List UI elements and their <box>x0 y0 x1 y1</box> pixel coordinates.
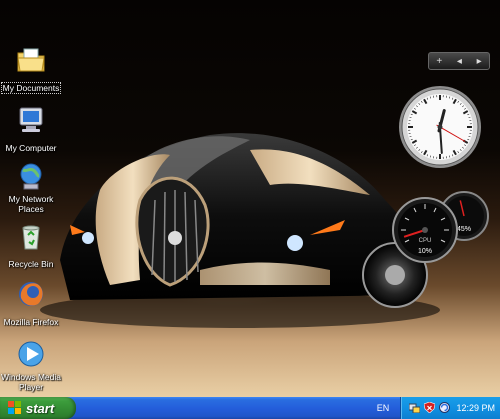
desktop-icon-label: Windows Media Player <box>1 372 61 392</box>
update-icon[interactable] <box>439 402 450 413</box>
start-button[interactable]: start <box>0 397 76 419</box>
computer-icon <box>15 104 47 136</box>
desktop-icon-recycle-bin[interactable]: Recycle Bin <box>0 220 62 272</box>
desktop[interactable]: My Documents My Computer My Network Plac… <box>0 0 500 397</box>
previous-page-button[interactable]: ◂ <box>457 56 462 67</box>
folder-documents-icon <box>15 44 47 76</box>
desktop-icon-label: My Documents <box>0 82 62 94</box>
desktop-icon-my-computer[interactable]: My Computer <box>0 104 62 156</box>
desktop-icon-windows-media-player[interactable]: Windows Media Player <box>0 338 62 395</box>
taskbar-clock[interactable]: 12:29 PM <box>456 397 495 419</box>
taskbar: start EN 12:29 PM <box>0 397 500 419</box>
wallpaper-car <box>40 133 440 328</box>
cpu-label: CPU <box>419 238 432 244</box>
network-places-icon <box>15 160 47 192</box>
security-shield-icon[interactable] <box>424 402 435 413</box>
recycle-bin-icon <box>15 220 47 252</box>
start-button-label: start <box>26 400 55 416</box>
media-player-icon <box>15 338 47 370</box>
cpu-percent-label: 10% <box>418 248 432 255</box>
language-indicator[interactable]: EN <box>372 397 394 419</box>
next-page-button[interactable]: ▸ <box>477 56 482 67</box>
windows-logo-icon <box>8 401 21 414</box>
cpu-meter-gadget[interactable]: 45% CPU 10% <box>392 190 490 265</box>
desktop-icon-mozilla-firefox[interactable]: Mozilla Firefox <box>0 278 62 330</box>
desktop-icon-my-network-places[interactable]: My Network Places <box>0 160 62 217</box>
firefox-icon <box>15 278 47 310</box>
desktop-icon-label: Recycle Bin <box>8 259 54 269</box>
desktop-icon-label: My Computer <box>5 143 57 153</box>
memory-percent-label: 45% <box>457 226 471 233</box>
add-gadget-button[interactable]: + <box>436 56 442 67</box>
network-icon[interactable] <box>409 402 420 413</box>
desktop-icon-my-documents[interactable]: My Documents <box>0 44 62 96</box>
desktop-icon-label: Mozilla Firefox <box>3 317 59 327</box>
gadget-controls: + ◂ ▸ <box>428 52 490 70</box>
desktop-icon-label: My Network Places <box>8 194 54 214</box>
system-tray: 12:29 PM <box>400 397 500 419</box>
clock-gadget[interactable] <box>398 85 482 169</box>
